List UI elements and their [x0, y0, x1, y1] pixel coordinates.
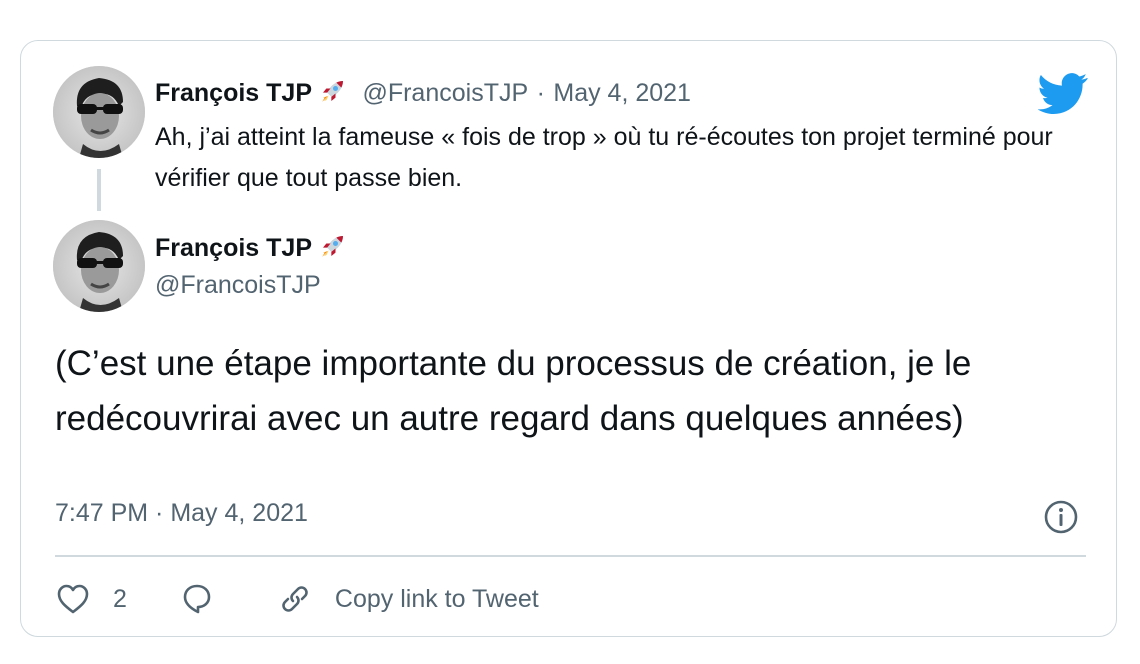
tweet-actions-bar: 2 Copy link to Tweet — [55, 577, 539, 621]
reply-bubble-icon[interactable] — [179, 581, 215, 617]
like-count[interactable]: 2 — [113, 585, 127, 614]
link-icon — [282, 586, 308, 612]
embedded-tweet-card: François TJP @FrancoisTJP · May 4, 2021 … — [20, 40, 1117, 637]
main-handle[interactable]: @FrancoisTJP — [155, 271, 321, 300]
main-display-name[interactable]: François TJP — [155, 234, 312, 262]
rocket-emoji-icon — [322, 236, 343, 257]
separator-dot: · — [536, 79, 545, 107]
avatar-image — [53, 66, 145, 158]
parent-handle[interactable]: @FrancoisTJP — [362, 79, 528, 107]
main-tweet-text: (C’est une étape importante du processus… — [55, 344, 972, 438]
tweet-timestamp[interactable]: 7:47 PM · May 4, 2021 — [55, 499, 308, 528]
parent-tweet-text: Ah, j’ai atteint la fameuse « fois de tr… — [155, 123, 1053, 192]
parent-date[interactable]: May 4, 2021 — [553, 79, 691, 107]
twitter-bird-icon[interactable] — [1038, 73, 1088, 115]
parent-display-name[interactable]: François TJP — [155, 79, 312, 107]
actions-divider — [55, 555, 1086, 557]
parent-avatar[interactable] — [53, 66, 145, 158]
info-icon[interactable] — [1043, 499, 1079, 535]
copy-link-button[interactable]: Copy link to Tweet — [277, 581, 539, 617]
copy-link-label: Copy link to Tweet — [334, 584, 539, 613]
rocket-emoji-icon — [322, 81, 343, 102]
main-avatar[interactable] — [53, 220, 145, 312]
thread-connector-line — [97, 169, 101, 211]
heart-icon[interactable] — [55, 581, 91, 617]
avatar-image — [53, 220, 145, 312]
